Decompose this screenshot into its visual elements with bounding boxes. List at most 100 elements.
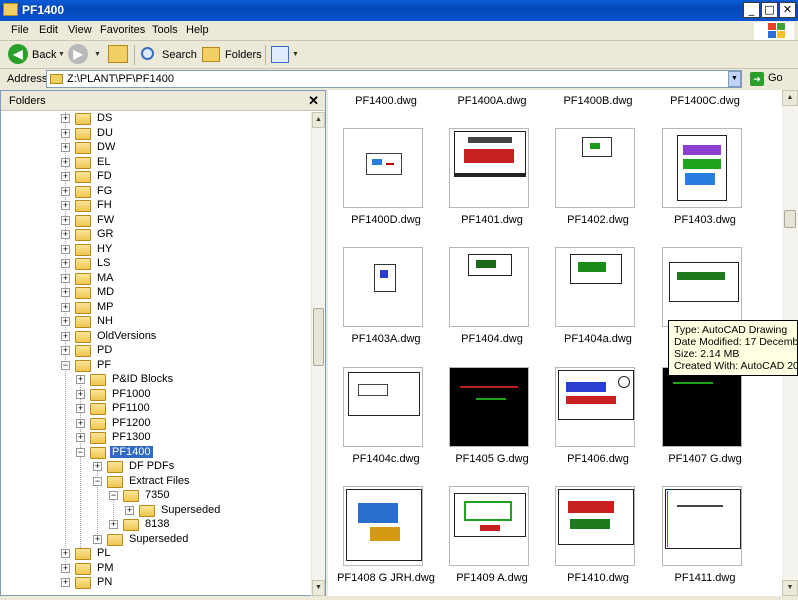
file-thumbnail[interactable] bbox=[449, 247, 529, 327]
file-name[interactable]: PF1409 A.dwg bbox=[432, 572, 552, 584]
expand-icon[interactable]: + bbox=[61, 128, 70, 138]
expand-icon[interactable]: + bbox=[61, 186, 70, 196]
file-thumbnail[interactable] bbox=[555, 128, 635, 208]
expand-icon[interactable]: + bbox=[61, 346, 70, 355]
file-name[interactable]: PF1403A.dwg bbox=[328, 333, 446, 345]
expand-icon[interactable]: + bbox=[76, 375, 85, 384]
expand-icon[interactable]: + bbox=[93, 462, 102, 471]
scrollbar-thumb[interactable] bbox=[784, 210, 796, 228]
forward-dropdown-icon[interactable]: ▼ bbox=[94, 51, 101, 58]
menu-view[interactable]: View bbox=[68, 24, 92, 36]
file-name[interactable]: PF1402.dwg bbox=[538, 214, 658, 226]
go-arrow-icon[interactable]: ➜ bbox=[750, 72, 764, 86]
file-name[interactable]: PF1405 G.dwg bbox=[432, 453, 552, 465]
collapse-icon[interactable]: − bbox=[109, 491, 118, 500]
expand-icon[interactable]: + bbox=[61, 244, 70, 254]
menu-file[interactable]: File bbox=[11, 24, 29, 36]
file-name[interactable]: PF1400.dwg bbox=[328, 95, 446, 107]
menu-help[interactable]: Help bbox=[186, 24, 209, 36]
file-thumbnail[interactable] bbox=[449, 367, 529, 447]
expand-icon[interactable]: + bbox=[61, 114, 70, 123]
folder-tree-scrollbar[interactable]: ▲ ▼ bbox=[311, 112, 325, 596]
menu-tools[interactable]: Tools bbox=[152, 24, 178, 36]
folders-icon[interactable] bbox=[202, 47, 220, 62]
expand-icon[interactable]: + bbox=[61, 215, 70, 225]
back-arrow-icon[interactable]: ◀ bbox=[8, 44, 28, 64]
menu-edit[interactable]: Edit bbox=[39, 24, 58, 36]
file-thumbnail[interactable] bbox=[662, 247, 742, 327]
back-dropdown-icon[interactable]: ▼ bbox=[58, 51, 65, 58]
expand-icon[interactable]: + bbox=[93, 534, 102, 544]
views-dropdown-icon[interactable]: ▼ bbox=[292, 51, 299, 58]
file-thumbnail[interactable] bbox=[662, 367, 742, 447]
file-name[interactable]: PF1401.dwg bbox=[432, 214, 552, 226]
file-name[interactable]: PF1400C.dwg bbox=[645, 95, 765, 107]
expand-icon[interactable]: + bbox=[76, 389, 85, 399]
collapse-icon[interactable]: − bbox=[61, 360, 70, 370]
file-thumbnail[interactable] bbox=[449, 128, 529, 208]
forward-arrow-icon[interactable]: ▶ bbox=[68, 44, 88, 64]
scroll-up-icon[interactable]: ▲ bbox=[782, 90, 798, 106]
go-label[interactable]: Go bbox=[768, 72, 783, 84]
collapse-icon[interactable]: − bbox=[76, 447, 85, 457]
maximize-button[interactable]: □ bbox=[761, 2, 778, 18]
close-button[interactable]: ✕ bbox=[779, 2, 796, 18]
file-thumbnail[interactable] bbox=[555, 367, 635, 447]
file-thumbnail[interactable] bbox=[555, 247, 635, 327]
address-value[interactable]: Z:\PLANT\PF\PF1400 bbox=[67, 73, 174, 85]
minimize-button[interactable]: _ bbox=[743, 2, 760, 18]
file-thumbnail[interactable] bbox=[343, 486, 423, 566]
file-thumbnail[interactable] bbox=[343, 128, 423, 208]
file-name[interactable]: PF1408 G JRH.dwg bbox=[328, 572, 446, 584]
file-name[interactable]: PF1411.dwg bbox=[645, 572, 765, 584]
expand-icon[interactable]: + bbox=[61, 273, 70, 283]
back-button[interactable]: Back bbox=[32, 44, 56, 66]
file-thumbnail[interactable] bbox=[343, 367, 423, 447]
up-folder-icon[interactable] bbox=[108, 45, 128, 63]
expand-icon[interactable]: + bbox=[76, 418, 85, 428]
expand-icon[interactable]: + bbox=[61, 331, 70, 341]
menu-favorites[interactable]: Favorites bbox=[100, 24, 145, 36]
expand-icon[interactable]: + bbox=[61, 302, 70, 312]
file-thumbnail[interactable] bbox=[555, 486, 635, 566]
expand-icon[interactable]: + bbox=[109, 520, 118, 529]
expand-icon[interactable]: + bbox=[61, 578, 70, 587]
expand-icon[interactable]: + bbox=[61, 201, 70, 210]
file-name[interactable]: PF1404a.dwg bbox=[538, 333, 658, 345]
file-thumbnail[interactable] bbox=[449, 486, 529, 566]
expand-icon[interactable]: + bbox=[61, 288, 70, 297]
file-thumbnail[interactable] bbox=[662, 486, 742, 566]
search-button[interactable]: Search bbox=[162, 44, 197, 66]
file-name[interactable]: PF1404c.dwg bbox=[328, 453, 446, 465]
expand-icon[interactable]: + bbox=[61, 143, 70, 152]
file-name[interactable]: PF1407 G.dwg bbox=[645, 453, 765, 465]
expand-icon[interactable]: + bbox=[125, 505, 134, 515]
expand-icon[interactable]: + bbox=[61, 563, 70, 573]
expand-icon[interactable]: + bbox=[61, 259, 70, 268]
file-name[interactable]: PF1400D.dwg bbox=[328, 214, 446, 226]
collapse-icon[interactable]: − bbox=[93, 476, 102, 486]
folders-button[interactable]: Folders bbox=[225, 44, 262, 66]
file-name[interactable]: PF1404.dwg bbox=[432, 333, 552, 345]
views-icon[interactable] bbox=[271, 46, 289, 63]
search-icon[interactable] bbox=[141, 47, 154, 60]
expand-icon[interactable]: + bbox=[61, 549, 70, 558]
expand-icon[interactable]: + bbox=[76, 433, 85, 442]
address-input[interactable]: Z:\PLANT\PF\PF1400 bbox=[46, 70, 742, 88]
scroll-up-icon[interactable]: ▲ bbox=[312, 112, 325, 128]
address-dropdown-icon[interactable]: ▼ bbox=[728, 71, 741, 87]
expand-icon[interactable]: + bbox=[61, 172, 70, 181]
scrollbar-thumb[interactable] bbox=[313, 308, 324, 366]
file-name[interactable]: PF1400B.dwg bbox=[538, 95, 658, 107]
file-thumbnail[interactable] bbox=[662, 128, 742, 208]
file-name[interactable]: PF1410.dwg bbox=[538, 572, 658, 584]
expand-icon[interactable]: + bbox=[61, 157, 70, 167]
expand-icon[interactable]: + bbox=[61, 317, 70, 326]
expand-icon[interactable]: + bbox=[61, 230, 70, 239]
scroll-down-icon[interactable]: ▼ bbox=[312, 580, 325, 596]
close-icon[interactable]: ✕ bbox=[308, 93, 319, 109]
file-name[interactable]: PF1403.dwg bbox=[645, 214, 765, 226]
scroll-down-icon[interactable]: ▼ bbox=[782, 580, 798, 596]
file-thumbnail[interactable] bbox=[343, 247, 423, 327]
expand-icon[interactable]: + bbox=[76, 404, 85, 413]
